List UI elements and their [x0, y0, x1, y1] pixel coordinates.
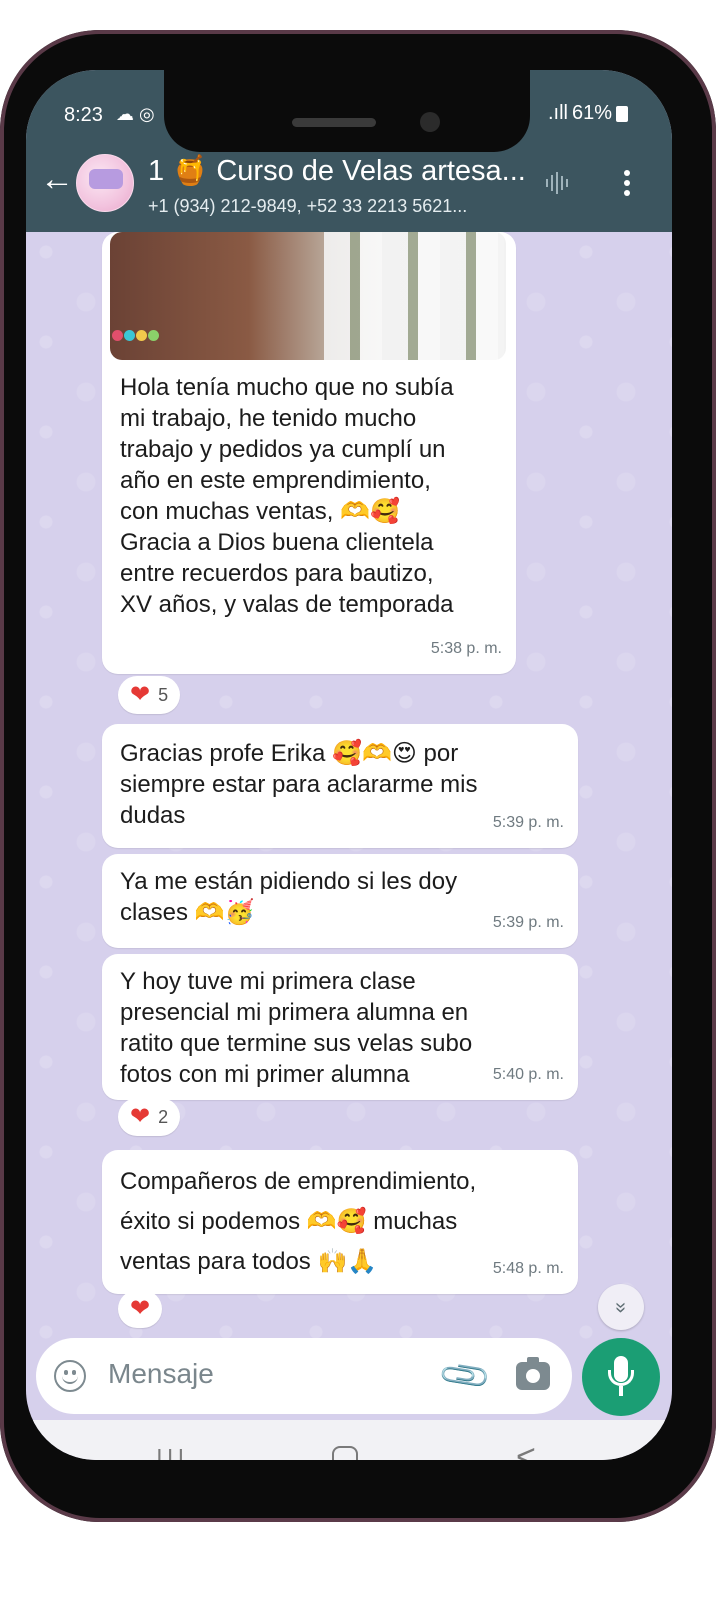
message-text: Ya me están pidiendo si les doy clases 🫶…	[120, 866, 457, 928]
message-time: 5:39 p. m.	[492, 814, 564, 831]
message-line: clases 🫶🥳	[120, 899, 255, 926]
message-text: Compañeros de emprendimiento, éxito si p…	[120, 1162, 476, 1282]
message-line: mi trabajo, he tenido mucho	[120, 405, 417, 432]
chat-participants[interactable]: +1 (934) 212-9849, +52 33 2213 5621...	[148, 196, 467, 217]
message-line: presencial mi primera alumna en	[120, 999, 469, 1026]
emoji-icon[interactable]	[54, 1360, 86, 1392]
camera-icon[interactable]	[516, 1357, 550, 1390]
message-time: 5:48 p. m.	[492, 1260, 564, 1277]
phone-frame: 8:23 ☁ ◎ .ıll 61% ← 1 🍯 Curso de Velas a…	[0, 30, 716, 1522]
paperclip-icon[interactable]: 📎	[436, 1347, 494, 1405]
message-line: Hola tenía mucho que no subía	[120, 374, 454, 401]
message-text: Hola tenía mucho que no subía mi trabajo…	[120, 372, 454, 620]
message-line: con muchas ventas, 🫶🥰	[120, 498, 400, 525]
message-bubble[interactable]: Ya me están pidiendo si les doy clases 🫶…	[102, 854, 578, 948]
heart-icon: ❤	[130, 1295, 151, 1322]
reaction-badge[interactable]: ❤	[118, 1290, 163, 1328]
message-list[interactable]: Hola tenía mucho que no subía mi trabajo…	[26, 232, 672, 1350]
chevron-double-down-icon: »	[610, 1301, 633, 1313]
status-time: 8:23	[64, 104, 103, 126]
mic-icon-stand	[608, 1370, 634, 1386]
reaction-count: 2	[158, 1106, 169, 1127]
message-line: Gracia a Dios buena clientela	[120, 529, 434, 556]
battery-percent: 61%	[571, 102, 612, 124]
message-line: Gracias profe Erika 🥰🫶😍 por	[120, 740, 459, 767]
photo-bracelet	[112, 318, 168, 348]
message-line: Compañeros de emprendimiento,	[120, 1168, 477, 1195]
camera-notch	[164, 70, 530, 152]
recents-icon[interactable]: |||	[156, 1444, 188, 1460]
message-composer[interactable]: Mensaje 📎	[36, 1338, 572, 1414]
message-input[interactable]: Mensaje	[108, 1358, 214, 1390]
message-line: éxito si podemos 🫶🥰 muchas	[120, 1208, 458, 1235]
message-bubble[interactable]: Y hoy tuve mi primera clase presencial m…	[102, 954, 578, 1100]
voice-record-button[interactable]	[582, 1338, 660, 1416]
group-avatar[interactable]	[76, 154, 134, 212]
message-photo[interactable]	[110, 232, 506, 360]
status-right: .ıll 61%	[548, 102, 628, 125]
message-text: Y hoy tuve mi primera clase presencial m…	[120, 966, 472, 1090]
message-text: Gracias profe Erika 🥰🫶😍 por siempre esta…	[120, 738, 477, 831]
home-icon[interactable]	[332, 1446, 358, 1460]
nav-back-icon[interactable]: <	[516, 1438, 536, 1460]
reaction-badge[interactable]: ❤ 2	[118, 1098, 181, 1136]
message-line: XV años, y valas de temporada	[120, 591, 454, 618]
message-bubble[interactable]: Hola tenía mucho que no subía mi trabajo…	[102, 232, 516, 674]
front-camera	[420, 112, 440, 132]
message-time: 5:38 p. m.	[430, 640, 502, 657]
message-line: año en este emprendimiento,	[120, 467, 431, 494]
message-line: dudas	[120, 802, 186, 829]
heart-icon: ❤	[130, 681, 151, 708]
back-arrow-icon[interactable]: ←	[40, 162, 74, 196]
message-line: entre recuerdos para bautizo,	[120, 560, 434, 587]
avatar-image	[89, 169, 123, 189]
reaction-badge[interactable]: ❤ 5	[118, 676, 181, 714]
message-line: fotos con mi primer alumna	[120, 1061, 410, 1088]
reaction-count: 5	[158, 684, 169, 705]
photo-background	[324, 232, 504, 360]
mic-icon-foot	[619, 1386, 623, 1396]
message-bubble[interactable]: Compañeros de emprendimiento, éxito si p…	[102, 1150, 578, 1294]
signal-icon: .ıll	[547, 102, 568, 124]
heart-icon: ❤	[130, 1103, 151, 1130]
status-left-icons: ☁ ◎	[116, 104, 155, 124]
message-bubble[interactable]: Gracias profe Erika 🥰🫶😍 por siempre esta…	[102, 724, 578, 848]
chat-title[interactable]: 1 🍯 Curso de Velas artesa...	[148, 154, 526, 188]
message-time: 5:39 p. m.	[492, 914, 564, 931]
speaker-grill	[292, 118, 376, 127]
message-line: Ya me están pidiendo si les doy	[120, 868, 458, 895]
system-nav-bar: ||| <	[26, 1420, 672, 1460]
message-line: siempre estar para aclararme mis	[120, 771, 478, 798]
message-time: 5:40 p. m.	[492, 1066, 564, 1083]
message-line: ratito que termine sus velas subo	[120, 1030, 473, 1057]
scroll-down-button[interactable]: »	[598, 1284, 644, 1330]
audio-wave-icon[interactable]	[546, 172, 582, 196]
message-line: trabajo y pedidos ya cumplí un	[120, 436, 446, 463]
more-vert-icon[interactable]	[622, 170, 632, 200]
message-line: ventas para todos 🙌🙏	[120, 1248, 378, 1275]
screen: 8:23 ☁ ◎ .ıll 61% ← 1 🍯 Curso de Velas a…	[26, 70, 672, 1460]
message-line: Y hoy tuve mi primera clase	[120, 968, 416, 995]
battery-icon	[616, 105, 628, 122]
